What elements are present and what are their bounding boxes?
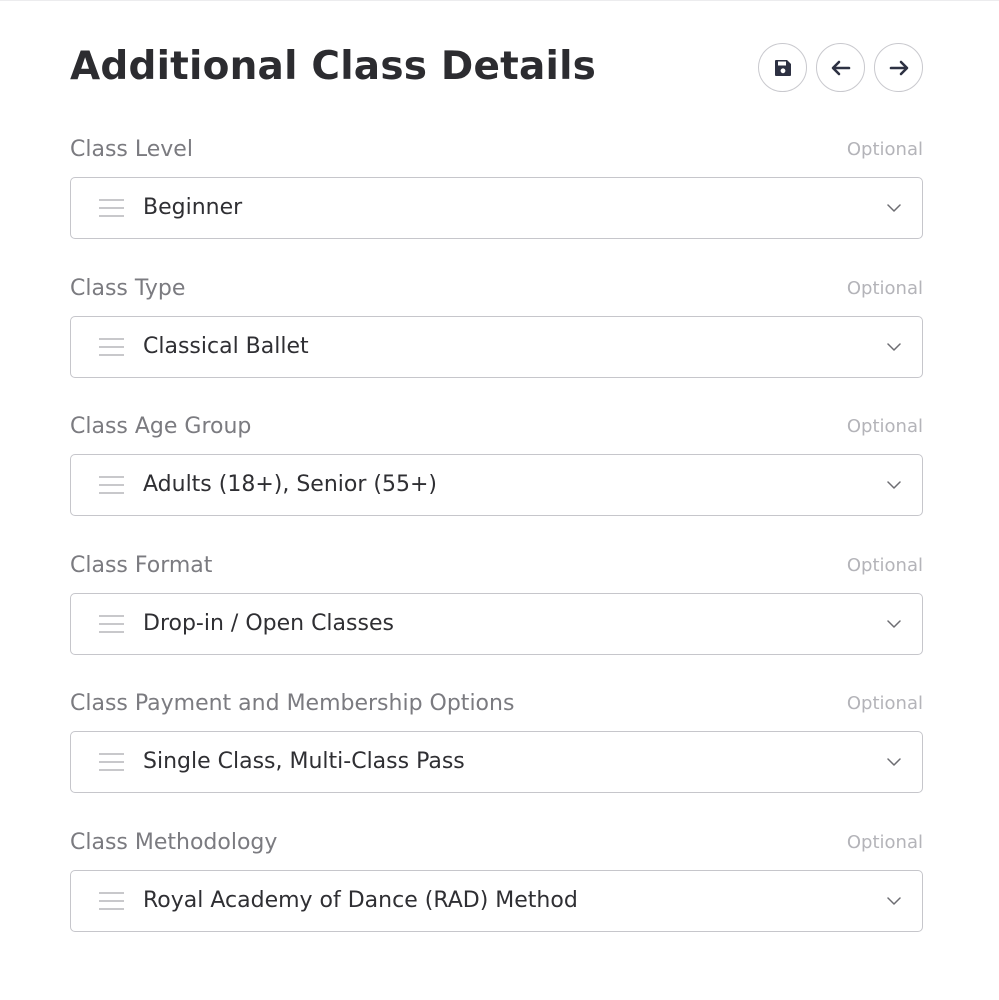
field-label: Class Methodology	[70, 829, 278, 855]
field-label-row: Class Age Group Optional	[70, 411, 923, 454]
page-title: Additional Class Details	[70, 44, 597, 89]
select-value: Beginner	[143, 195, 243, 220]
optional-tag: Optional	[846, 554, 923, 576]
chevron-down-icon	[887, 897, 901, 905]
optional-tag: Optional	[846, 416, 923, 438]
class-format-select[interactable]: Drop-in / Open Classes	[70, 592, 923, 655]
drag-handle-icon	[99, 614, 124, 633]
arrow-right-icon	[889, 60, 908, 75]
field-label-row: Class Type Optional	[70, 273, 923, 316]
class-type-select[interactable]: Classical Ballet	[70, 315, 923, 378]
drag-handle-icon	[99, 337, 124, 356]
field-label: Class Type	[70, 275, 186, 301]
field-class-level: Class Level Optional Beginner	[70, 134, 923, 273]
save-button[interactable]	[758, 43, 807, 92]
field-class-payment-membership: Class Payment and Membership Options Opt…	[70, 688, 923, 827]
header-actions	[758, 43, 923, 92]
select-value: Classical Ballet	[143, 333, 309, 359]
field-class-methodology: Class Methodology Optional Royal Academy…	[70, 827, 923, 966]
field-label-row: Class Format Optional	[70, 550, 923, 593]
arrow-left-icon	[831, 60, 850, 75]
chevron-down-icon	[887, 481, 901, 489]
drag-handle-icon	[99, 199, 124, 217]
field-label: Class Level	[70, 137, 193, 162]
chevron-down-icon	[887, 204, 901, 212]
select-value: Adults (18+), Senior (55+)	[143, 472, 437, 498]
drag-handle-icon	[99, 476, 124, 494]
drag-handle-icon	[99, 892, 124, 910]
back-button[interactable]	[816, 43, 865, 92]
field-label-row: Class Level Optional	[70, 134, 923, 177]
optional-tag: Optional	[846, 831, 923, 853]
class-level-select[interactable]: Beginner	[70, 177, 923, 239]
forward-button[interactable]	[874, 43, 923, 92]
field-label-row: Class Payment and Membership Options Opt…	[70, 688, 923, 731]
class-age-group-select[interactable]: Adults (18+), Senior (55+)	[70, 454, 923, 517]
class-payment-membership-select[interactable]: Single Class, Multi-Class Pass	[70, 731, 923, 794]
chevron-down-icon	[887, 620, 901, 628]
save-icon	[774, 59, 791, 76]
field-class-format: Class Format Optional Drop-in / Open Cla…	[70, 550, 923, 689]
chevron-down-icon	[887, 342, 901, 351]
drag-handle-icon	[99, 753, 124, 772]
field-class-age-group: Class Age Group Optional Adults (18+), S…	[70, 411, 923, 550]
class-methodology-select[interactable]: Royal Academy of Dance (RAD) Method	[70, 869, 923, 932]
form-header: Additional Class Details	[70, 0, 923, 134]
field-label: Class Payment and Membership Options	[70, 691, 515, 717]
field-label: Class Age Group	[70, 414, 252, 440]
field-label: Class Format	[70, 552, 213, 578]
additional-class-details-form: Additional Class Details Class Level Opt…	[70, 0, 923, 966]
field-label-row: Class Methodology Optional	[70, 827, 923, 870]
optional-tag: Optional	[846, 693, 923, 715]
optional-tag: Optional	[846, 277, 923, 299]
select-value: Single Class, Multi-Class Pass	[143, 749, 465, 775]
field-class-type: Class Type Optional Classical Ballet	[70, 273, 923, 412]
select-value: Royal Academy of Dance (RAD) Method	[143, 887, 578, 913]
select-value: Drop-in / Open Classes	[143, 610, 394, 636]
chevron-down-icon	[887, 758, 901, 767]
optional-tag: Optional	[846, 139, 923, 160]
